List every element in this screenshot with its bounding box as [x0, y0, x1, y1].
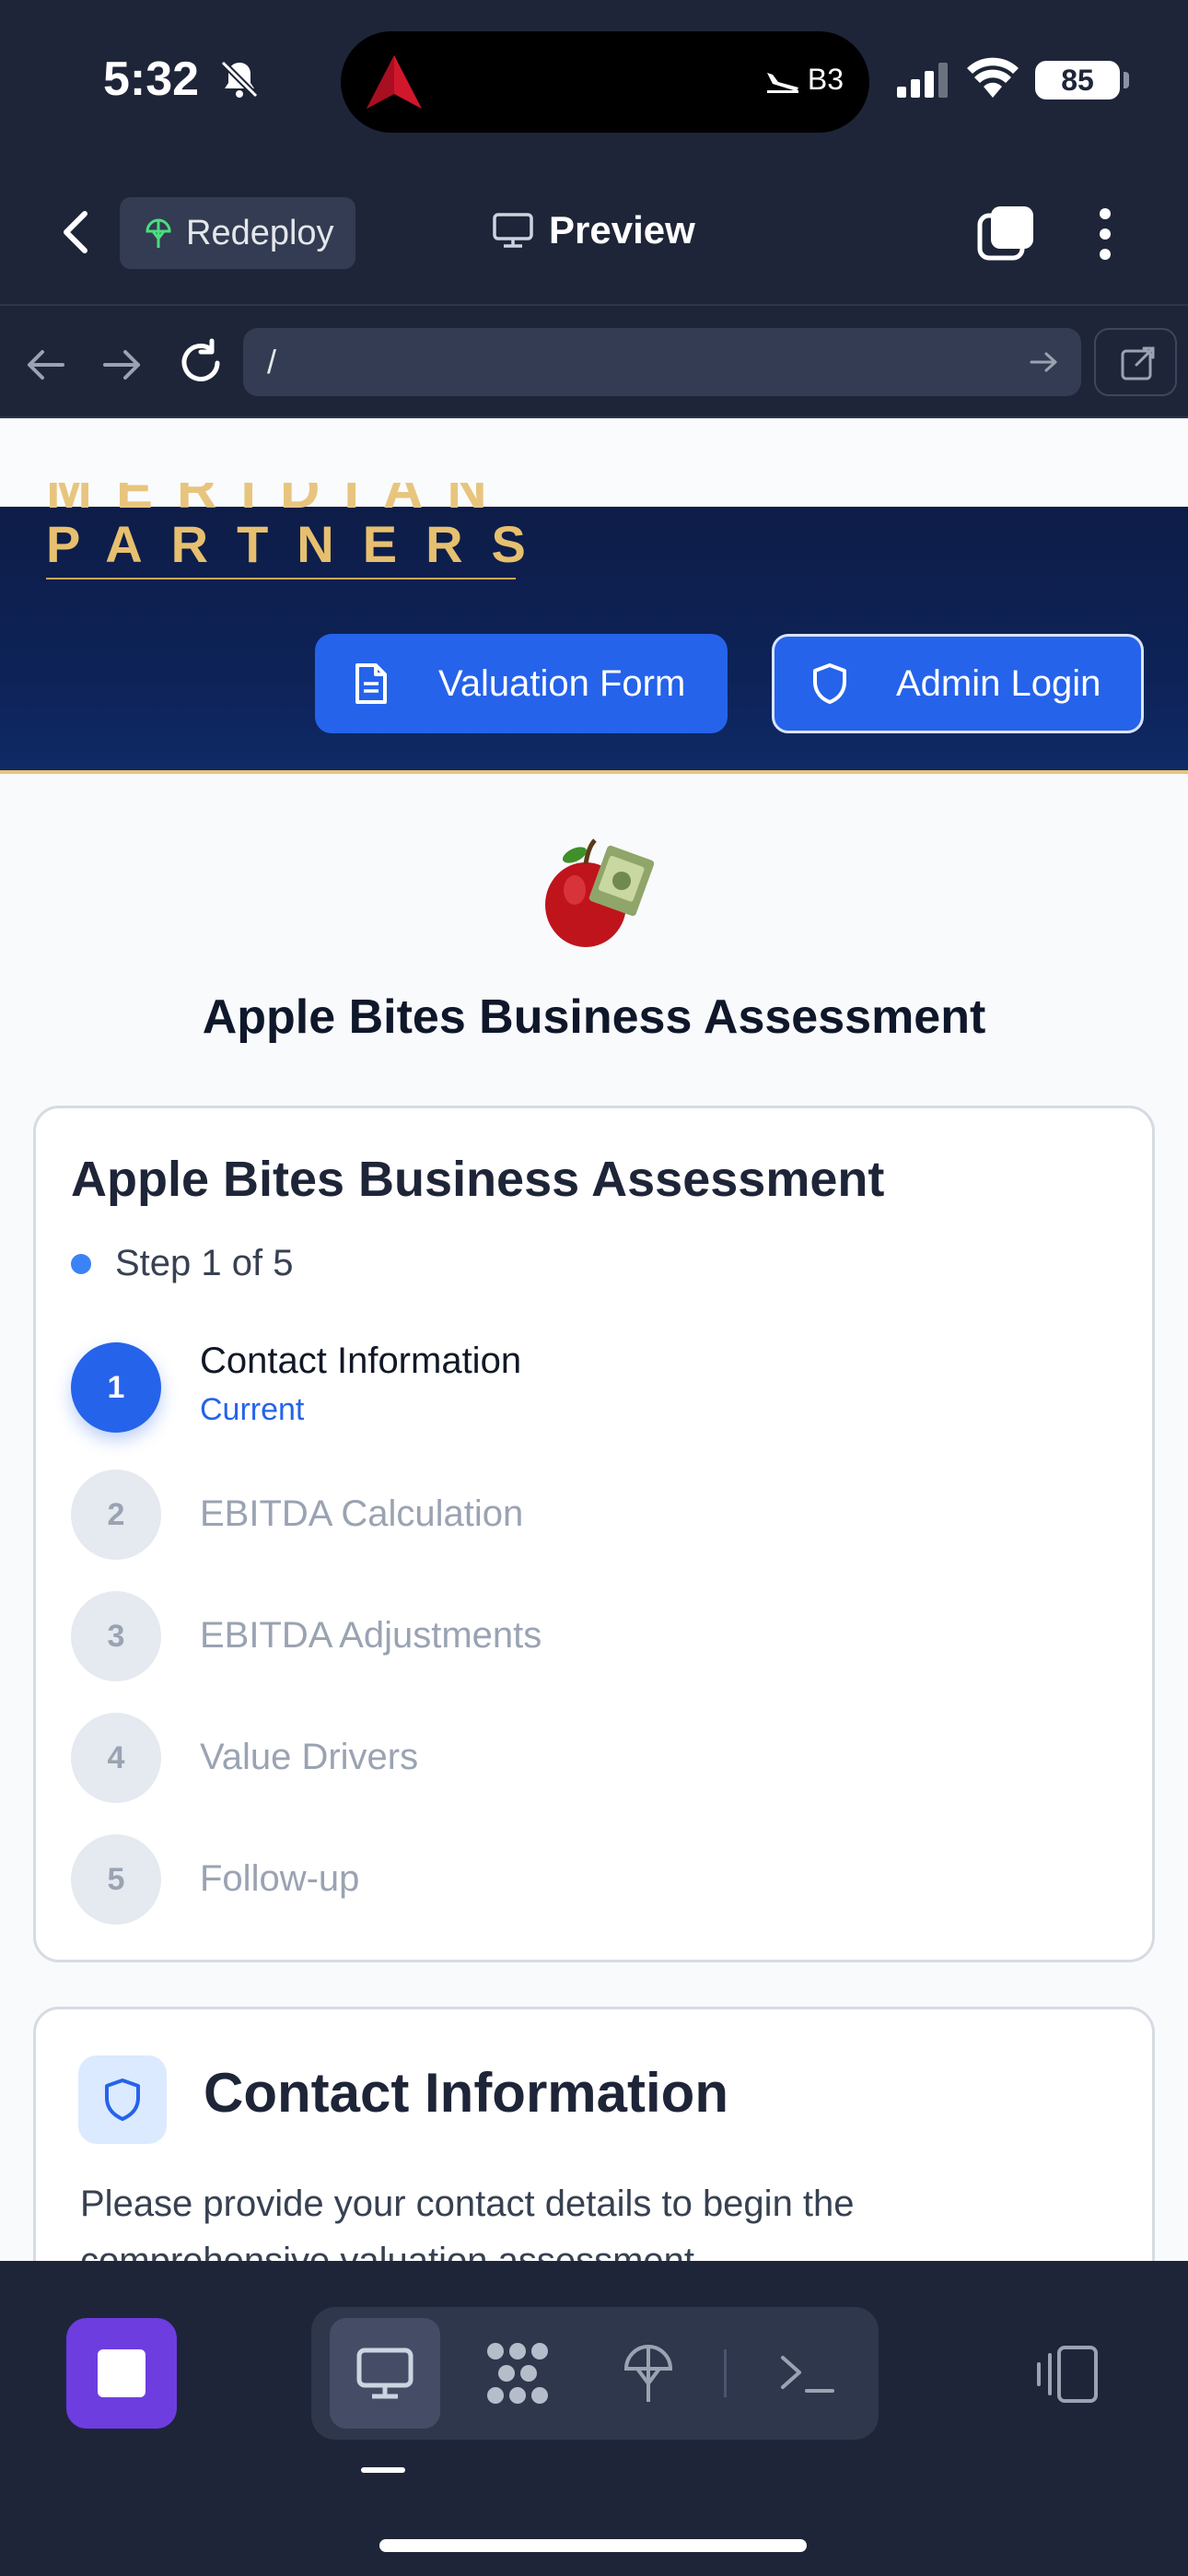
open-external-button[interactable] — [1094, 328, 1177, 396]
home-indicator — [379, 2539, 807, 2552]
step-list: 1 Contact Information Current 2 EBITDA C… — [71, 1341, 1121, 1956]
admin-login-button[interactable]: Admin Login — [772, 634, 1144, 733]
shield-icon — [813, 663, 846, 704]
battery-level: 85 — [1035, 61, 1120, 100]
step-number: 3 — [71, 1591, 161, 1681]
step-number: 1 — [71, 1342, 161, 1433]
signal-icon — [897, 63, 948, 98]
logo-clipped-text: MERIDIAN — [46, 483, 525, 512]
step-label: EBITDA Calculation — [200, 1493, 524, 1534]
document-icon — [355, 663, 387, 704]
preview-title: Preview — [492, 208, 695, 252]
contact-information-card: Contact Information Please provide your … — [33, 2007, 1155, 2261]
bell-muted-icon — [220, 60, 259, 99]
stop-icon — [98, 2349, 146, 2397]
go-arrow-icon[interactable] — [1028, 346, 1059, 378]
monitor-icon — [493, 213, 533, 248]
more-options-icon[interactable] — [1090, 205, 1120, 263]
step-number: 4 — [71, 1713, 161, 1803]
airline-logo-icon — [367, 55, 422, 109]
terminal-tool-button[interactable] — [751, 2318, 862, 2429]
contact-section-description: Please provide your contact details to b… — [80, 2184, 855, 2261]
apps-tool-button[interactable] — [462, 2318, 573, 2429]
redeploy-label: Redeploy — [186, 213, 334, 252]
valuation-form-label: Valuation Form — [438, 662, 686, 704]
battery-tip — [1124, 72, 1129, 88]
url-input[interactable]: / — [243, 328, 1081, 396]
step-label: Follow-up — [200, 1858, 360, 1899]
flight-label: B3 — [807, 63, 844, 96]
stepper-title: Apple Bites Business Assessment — [71, 1152, 885, 1207]
bottom-toolbar — [0, 2261, 1188, 2576]
step-progress-text: Step 1 of 5 — [115, 1243, 294, 1283]
flight-status: B3 — [765, 63, 844, 97]
step-progress: Step 1 of 5 — [71, 1243, 293, 1284]
valuation-form-button[interactable]: Valuation Form — [315, 634, 728, 733]
status-bar: 5:32 B3 85 — [0, 0, 1188, 157]
contact-section-title: Contact Information — [204, 2062, 728, 2124]
step-number: 5 — [71, 1834, 161, 1925]
terminal-icon — [781, 2356, 834, 2393]
browser-url-bar: / — [0, 308, 1188, 418]
apps-icon — [487, 2343, 548, 2404]
nav-back-icon[interactable] — [22, 341, 70, 389]
active-tab-indicator — [361, 2467, 405, 2473]
tool-divider — [724, 2349, 727, 2397]
url-text: / — [267, 343, 277, 381]
back-icon[interactable] — [52, 205, 103, 260]
step-label: EBITDA Adjustments — [200, 1615, 542, 1656]
tool-group — [311, 2307, 879, 2440]
step-label: Value Drivers — [200, 1737, 419, 1777]
step-status: Current — [200, 1392, 305, 1427]
site-logo[interactable]: PARTNERS — [46, 514, 526, 580]
reload-icon[interactable] — [175, 337, 227, 389]
devices-icon[interactable] — [1031, 2344, 1101, 2405]
step-item-ebitda-adjustments[interactable]: 3 EBITDA Adjustments — [71, 1591, 1121, 1713]
external-link-icon — [1121, 346, 1155, 381]
tabs-icon[interactable] — [976, 203, 1037, 263]
plane-landing-icon — [766, 72, 798, 93]
page-heading: Apple Bites Business Assessment — [202, 990, 986, 1044]
preview-label: Preview — [549, 208, 695, 252]
stop-button[interactable] — [66, 2318, 177, 2429]
deploy-icon — [146, 218, 171, 248]
step-item-ebitda-calculation[interactable]: 2 EBITDA Calculation — [71, 1469, 1121, 1591]
nav-forward-icon[interactable] — [98, 341, 146, 389]
site-header: MERIDIAN PARTNERS Valuation Form Admin L… — [0, 483, 1188, 774]
redeploy-button[interactable]: Redeploy — [120, 197, 355, 269]
desktop-tool-button[interactable] — [330, 2318, 440, 2429]
apple-bites-logo-icon — [545, 838, 654, 947]
deploy-icon — [623, 2345, 673, 2402]
dynamic-island: B3 — [341, 31, 869, 133]
step-item-value-drivers[interactable]: 4 Value Drivers — [71, 1713, 1121, 1834]
app-header: Redeploy Preview — [0, 157, 1188, 306]
progress-dot — [71, 1253, 91, 1274]
step-item-contact-information[interactable]: 1 Contact Information Current — [71, 1341, 1121, 1469]
shield-icon — [105, 2078, 140, 2121]
step-label: Contact Information — [200, 1341, 522, 1381]
desktop-icon — [356, 2348, 413, 2399]
assessment-stepper-card: Apple Bites Business Assessment Step 1 o… — [33, 1106, 1155, 1962]
step-item-follow-up[interactable]: 5 Follow-up — [71, 1834, 1121, 1956]
deploy-tool-button[interactable] — [593, 2318, 704, 2429]
contact-badge — [78, 2055, 167, 2144]
admin-login-label: Admin Login — [896, 662, 1101, 704]
step-number: 2 — [71, 1469, 161, 1560]
status-time: 5:32 — [103, 53, 200, 106]
wifi-icon — [967, 57, 1019, 98]
webview: MERIDIAN PARTNERS Valuation Form Admin L… — [0, 418, 1188, 2261]
